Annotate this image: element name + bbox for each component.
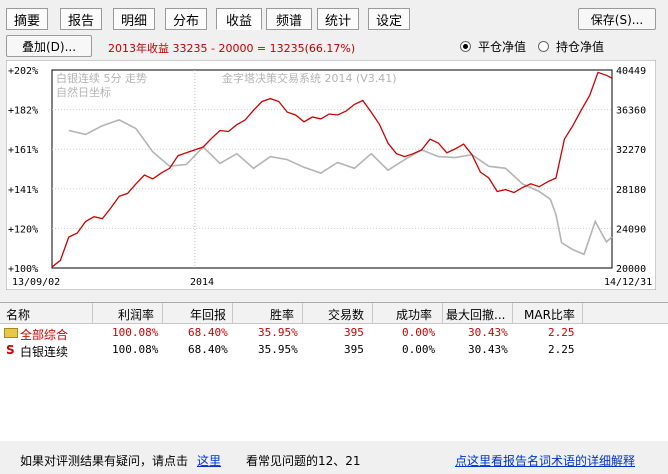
right-tick-label: 28180 (616, 185, 646, 196)
header-success-rate[interactable]: 成功率 (396, 306, 432, 323)
cell-win-rate: 35.95% (258, 343, 298, 356)
cell-win-rate: 35.95% (258, 326, 298, 339)
row-name: 全部综合 (20, 328, 69, 342)
folder-icon (4, 328, 18, 338)
tab-summary[interactable]: 摘要 (6, 8, 48, 30)
profit-summary: 2013年收益 33235 - 20000 = 13235(66.17%) (108, 42, 356, 55)
cell-trades: 395 (344, 343, 364, 356)
tab-bar: 摘要 报告 明细 分布 收益 频谱 统计 设定 保存(S)... (0, 8, 668, 32)
column-separator (92, 303, 93, 323)
footer: 如果对评测结果有疑问，请点击 这里 看常见问题的12、21 点这里看报告名词术语… (0, 450, 668, 470)
header-mar-ratio[interactable]: MAR比率 (524, 306, 575, 323)
cell-success-rate: 0.00% (402, 326, 436, 339)
x-label-2014: 2014 (190, 277, 214, 288)
left-tick-label: +182% (8, 106, 38, 117)
save-button[interactable]: 保存(S)... (578, 8, 656, 30)
header-trades[interactable]: 交易数 (328, 306, 364, 323)
radio-closed-equity[interactable] (460, 41, 471, 52)
question-text: 如果对评测结果有疑问，请点击 (20, 454, 189, 468)
faq-text: 看常见问题的12、21 (246, 454, 361, 468)
column-separator (512, 303, 513, 323)
left-tick-label: +141% (8, 185, 38, 196)
column-separator (302, 303, 303, 323)
right-tick-label: 32270 (616, 145, 646, 156)
results-table: 名称 利润率 年回报 胜率 交易数 成功率 最大回撤... MAR比率 全部综合… (0, 302, 668, 441)
tab-profit[interactable]: 收益 (216, 8, 262, 30)
cell-mar-ratio: 2.25 (548, 343, 575, 356)
right-tick-label: 20000 (616, 264, 646, 275)
symbol-s-icon: S (6, 343, 15, 357)
column-separator (232, 303, 233, 323)
watermark-axis-mode: 自然日坐标 (56, 85, 111, 99)
equity-chart-svg: 白银连续 5分 走势 自然日坐标 金字塔决策交易系统 2014 (V3.41) … (5, 59, 657, 291)
glossary-link[interactable]: 点这里看报告名词术语的详细解释 (455, 452, 635, 469)
equity-chart: 白银连续 5分 走势 自然日坐标 金字塔决策交易系统 2014 (V3.41) … (5, 59, 657, 291)
overlay-button[interactable]: 叠加(D)... (6, 35, 92, 57)
column-separator (372, 303, 373, 323)
question-link[interactable]: 这里 (197, 452, 221, 469)
left-tick-label: +120% (8, 224, 38, 235)
table-row[interactable]: 全部综合 100.08% 68.40% 35.95% 395 0.00% 30.… (0, 325, 668, 342)
cell-trades: 395 (344, 326, 364, 339)
tab-settings[interactable]: 设定 (368, 8, 410, 30)
table-row[interactable]: S 白银连续 100.08% 68.40% 35.95% 395 0.00% 3… (0, 342, 668, 359)
tab-statistics[interactable]: 统计 (317, 8, 359, 30)
cell-profit-rate: 100.08% (112, 326, 159, 339)
column-separator (442, 303, 443, 323)
cell-max-drawdown: 30.43% (468, 343, 508, 356)
header-profit-rate[interactable]: 利润率 (118, 306, 154, 323)
table-header: 名称 利润率 年回报 胜率 交易数 成功率 最大回撤... MAR比率 (0, 303, 668, 324)
left-tick-label: +100% (8, 264, 38, 275)
radio-open-equity-label[interactable]: 持仓净值 (556, 38, 604, 55)
header-name[interactable]: 名称 (6, 306, 30, 323)
left-tick-label: +202% (8, 66, 38, 77)
right-tick-label: 24090 (616, 224, 646, 235)
radio-open-equity[interactable] (538, 41, 550, 52)
header-max-drawdown[interactable]: 最大回撤... (446, 306, 505, 323)
header-win-rate[interactable]: 胜率 (270, 306, 294, 323)
cell-annual-return: 68.40% (188, 326, 228, 339)
cell-profit-rate: 100.08% (112, 343, 159, 356)
equity-mode-group: 平仓净值 持仓净值 (460, 38, 604, 55)
column-separator (162, 303, 163, 323)
left-tick-label: +161% (8, 145, 38, 156)
tab-spectrum[interactable]: 频谱 (266, 8, 312, 30)
radio-closed-equity-label[interactable]: 平仓净值 (478, 38, 526, 55)
cell-max-drawdown: 30.43% (468, 326, 508, 339)
tab-detail[interactable]: 明细 (113, 8, 155, 30)
row-name: 白银连续 (20, 345, 69, 359)
header-annual-return[interactable]: 年回报 (190, 306, 226, 323)
watermark-symbol: 白银连续 5分 走势 (56, 71, 147, 85)
cell-mar-ratio: 2.25 (548, 326, 575, 339)
x-label-end: 14/12/31 (604, 277, 652, 288)
x-label-start: 13/09/02 (12, 277, 60, 288)
right-tick-label: 40449 (616, 66, 646, 77)
watermark-system: 金字塔决策交易系统 2014 (V3.41) (222, 71, 397, 85)
cell-annual-return: 68.40% (188, 343, 228, 356)
tab-distribution[interactable]: 分布 (165, 8, 207, 30)
tab-report[interactable]: 报告 (60, 8, 102, 30)
column-separator (582, 303, 583, 323)
right-tick-label: 36360 (616, 106, 646, 117)
cell-success-rate: 0.00% (402, 343, 436, 356)
